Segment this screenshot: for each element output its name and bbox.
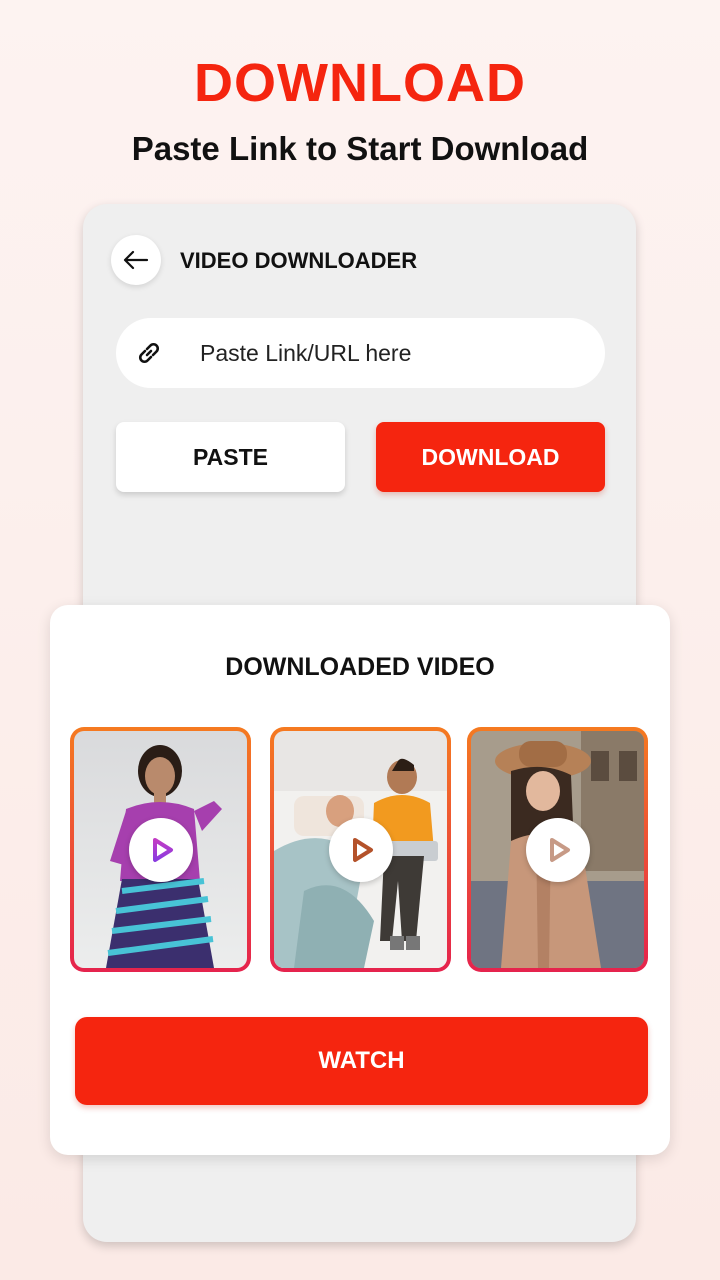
play-button[interactable] (328, 817, 393, 882)
paste-button[interactable]: PASTE (116, 422, 345, 492)
app-title: VIDEO DOWNLOADER (180, 248, 418, 273)
promo-subheadline: Paste Link to Start Download (131, 130, 589, 167)
downloaded-video-title: DOWNLOADED VIDEO (225, 653, 495, 681)
url-input[interactable] (200, 334, 580, 372)
play-icon (352, 837, 373, 862)
video-thumbnail[interactable] (70, 727, 251, 972)
back-button[interactable] (111, 235, 161, 285)
video-thumbnail[interactable] (270, 727, 451, 972)
watch-button[interactable]: WATCH (75, 1017, 648, 1105)
url-field[interactable] (116, 318, 605, 388)
link-icon (138, 342, 160, 364)
download-button[interactable]: DOWNLOAD (376, 422, 605, 492)
play-button[interactable] (128, 817, 193, 882)
video-thumbnail[interactable] (467, 727, 648, 972)
arrow-left-icon (123, 250, 149, 270)
play-icon (549, 837, 570, 862)
play-button[interactable] (525, 817, 590, 882)
promo-headline: DOWNLOAD (194, 53, 526, 113)
play-icon (152, 837, 173, 862)
downloaded-video-card: DOWNLOADED VIDEO WATCH (50, 605, 670, 1155)
